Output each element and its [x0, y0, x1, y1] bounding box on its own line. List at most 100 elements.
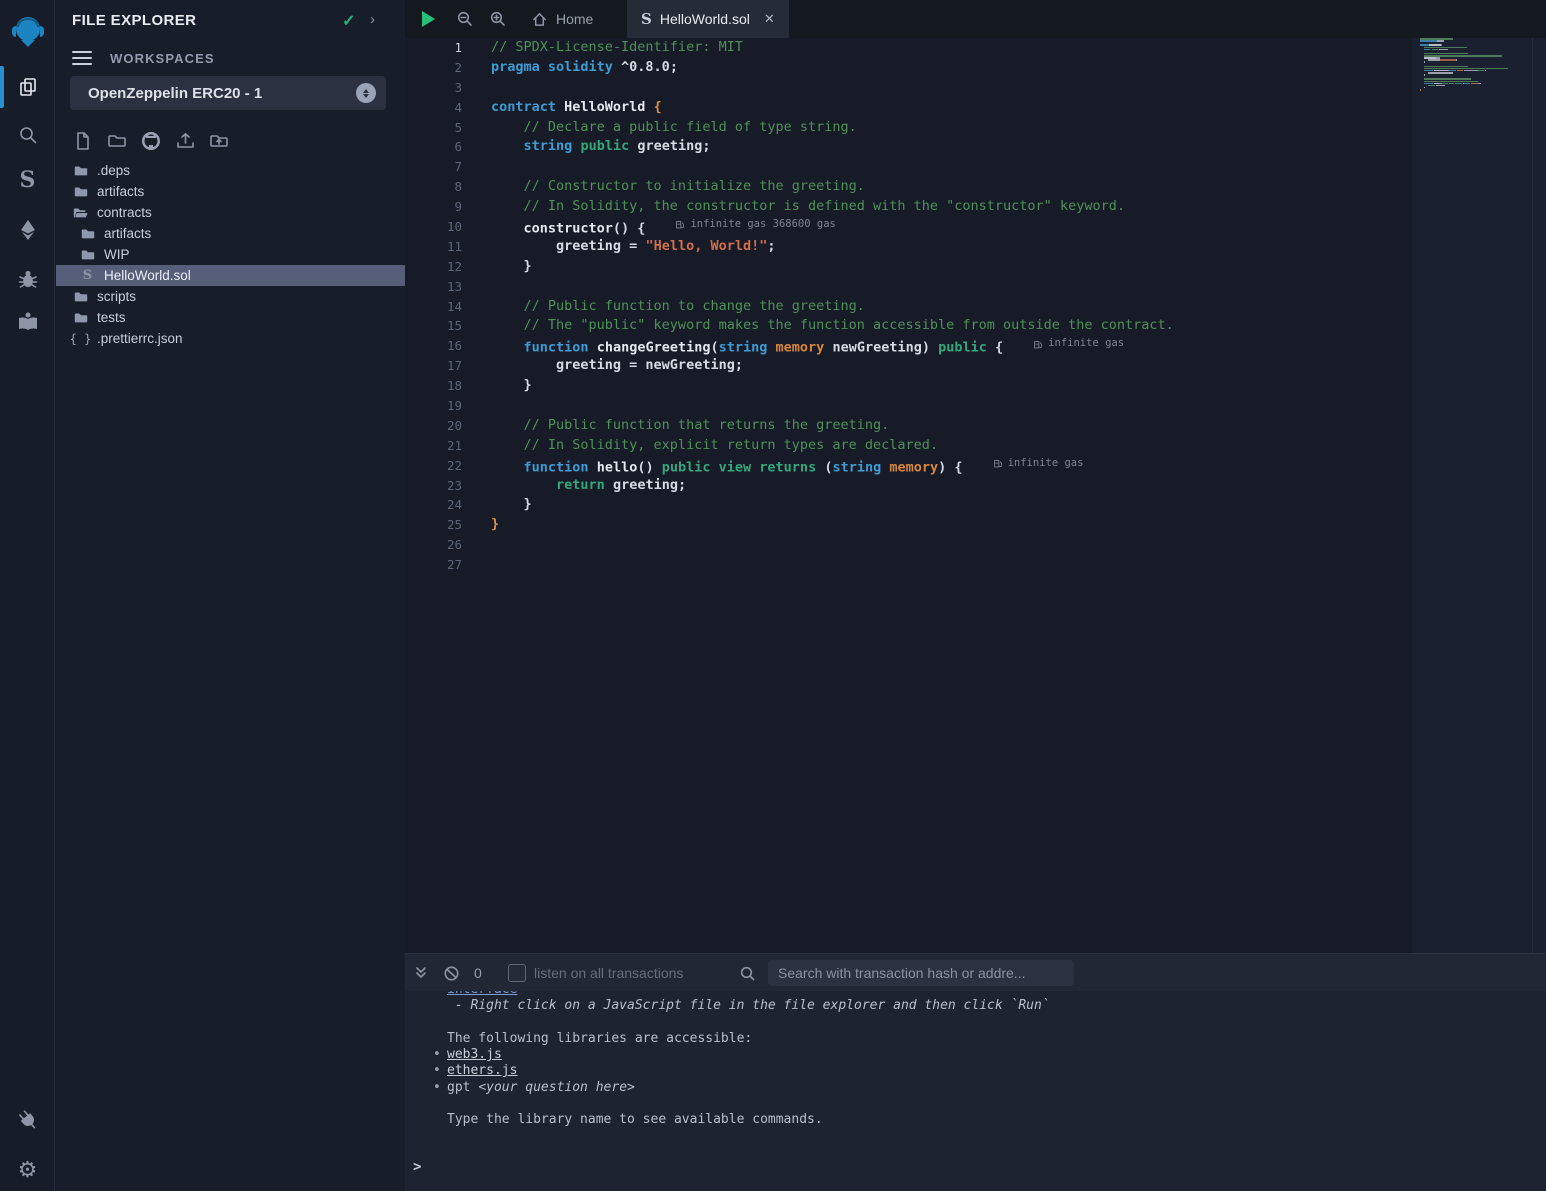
line-number: 2 — [405, 58, 462, 78]
tree-item-artifacts[interactable]: artifacts — [56, 181, 405, 202]
folder-icon — [79, 226, 96, 242]
line-number: 12 — [405, 257, 462, 277]
expand-terminal-icon[interactable] — [413, 954, 429, 992]
workspace-sort-icon[interactable] — [356, 83, 376, 103]
code-line-7: 7 — [405, 157, 1412, 177]
tree-item-label: .deps — [97, 163, 130, 178]
file-explorer-header: FILE EXPLORER ✓ › — [56, 0, 405, 44]
line-number: 6 — [405, 137, 462, 157]
code-line-14: 14 // Public function to change the gree… — [405, 297, 1412, 317]
tree-item--prettierrc-json[interactable]: { }.prettierrc.json — [56, 328, 405, 349]
code-editor[interactable]: 1// SPDX-License-Identifier: MIT2pragma … — [405, 38, 1412, 953]
workspace-select[interactable]: OpenZeppelin ERC20 - 1 — [70, 76, 386, 110]
file-tree: .deps artifacts contracts artifacts WIP SHell… — [56, 160, 405, 349]
workspace-name: OpenZeppelin ERC20 - 1 — [88, 85, 356, 102]
terminal-line: The following libraries are accessible: — [447, 1031, 1546, 1047]
new-file-icon[interactable] — [70, 128, 96, 154]
line-number: 10 — [405, 217, 462, 237]
minimap[interactable] — [1412, 38, 1546, 953]
terminal-search-icon — [739, 954, 756, 992]
github-icon[interactable] — [138, 128, 164, 154]
zoom-out-icon[interactable] — [451, 0, 479, 38]
terminal-search-input[interactable] — [768, 960, 1074, 986]
line-number: 5 — [405, 118, 462, 138]
workspaces-menu-icon[interactable] — [72, 51, 92, 65]
line-number: 3 — [405, 78, 462, 98]
deploy-run-icon[interactable] — [0, 210, 55, 250]
upload-file-icon[interactable] — [172, 128, 198, 154]
tree-item-helloworld-sol[interactable]: SHelloWorld.sol — [56, 265, 405, 286]
tree-item-wip[interactable]: WIP — [56, 244, 405, 265]
terminal-link[interactable]: interface — [447, 991, 517, 997]
tree-item-label: artifacts — [97, 184, 144, 199]
folder-open-icon — [72, 205, 89, 221]
terminal-line: •gpt <your question here> — [447, 1080, 1546, 1096]
settings-gear-icon[interactable]: ⚙ — [0, 1150, 55, 1190]
code-line-19: 19 — [405, 396, 1412, 416]
remix-logo[interactable] — [0, 8, 55, 56]
tree-item-scripts[interactable]: scripts — [56, 286, 405, 307]
terminal-output[interactable]: interface - Right click on a JavaScript … — [405, 991, 1546, 1191]
code-line-15: 15 // The "public" keyword makes the fun… — [405, 316, 1412, 336]
tree-item--deps[interactable]: .deps — [56, 160, 405, 181]
terminal-link[interactable]: web3.js — [447, 1047, 502, 1062]
check-icon[interactable]: ✓ — [342, 11, 355, 31]
terminal-line: Type the library name to see available c… — [447, 1112, 1546, 1128]
code-line-1: 1// SPDX-License-Identifier: MIT — [405, 38, 1412, 58]
run-button[interactable] — [413, 0, 443, 38]
debugger-icon[interactable] — [0, 259, 55, 299]
code-line-17: 17 greeting = newGreeting; — [405, 356, 1412, 376]
terminal-link[interactable]: ethers.js — [447, 1063, 517, 1078]
clear-console-icon[interactable] — [443, 954, 460, 992]
workspaces-label: WORKSPACES — [110, 51, 215, 66]
panel-title: FILE EXPLORER — [72, 12, 196, 29]
solidity-compiler-icon[interactable]: S — [0, 160, 55, 200]
scrollbar-track — [1532, 38, 1533, 953]
code-line-3: 3 — [405, 78, 1412, 98]
terminal-prompt[interactable]: > — [413, 1159, 1546, 1175]
home-icon — [531, 11, 548, 28]
terminal-line — [447, 1096, 1546, 1112]
line-number: 18 — [405, 376, 462, 396]
upload-folder-icon[interactable] — [206, 128, 232, 154]
code-line-5: 5 // Declare a public field of type stri… — [405, 118, 1412, 138]
line-number: 4 — [405, 98, 462, 118]
terminal-line: •ethers.js — [447, 1063, 1546, 1079]
chevron-right-icon[interactable]: › — [370, 11, 375, 28]
tree-item-contracts[interactable]: contracts — [56, 202, 405, 223]
code-line-13: 13 — [405, 277, 1412, 297]
line-number: 7 — [405, 157, 462, 177]
code-line-26: 26 — [405, 535, 1412, 555]
tree-item-label: WIP — [104, 247, 130, 262]
plugin-manager-icon[interactable] — [0, 1100, 55, 1140]
line-number: 24 — [405, 495, 462, 515]
code-line-12: 12 } — [405, 257, 1412, 277]
close-tab-icon[interactable]: ✕ — [764, 11, 775, 27]
line-number: 13 — [405, 277, 462, 297]
tab-home[interactable]: Home — [517, 0, 607, 38]
learn-icon[interactable] — [0, 302, 55, 342]
zoom-in-icon[interactable] — [484, 0, 512, 38]
line-number: 19 — [405, 396, 462, 416]
transaction-count-badge: 0 — [474, 954, 482, 992]
tree-item-artifacts[interactable]: artifacts — [56, 223, 405, 244]
tree-item-label: scripts — [97, 289, 136, 304]
new-folder-icon[interactable] — [104, 128, 130, 154]
line-number: 22 — [405, 456, 462, 476]
line-number: 26 — [405, 535, 462, 555]
solidity-file-icon: S — [641, 10, 652, 28]
file-explorer-icon[interactable] — [0, 67, 55, 107]
listen-transactions-label: listen on all transactions — [534, 954, 683, 992]
tab-active-label: HelloWorld.sol — [660, 11, 750, 27]
listen-transactions-checkbox[interactable] — [508, 954, 526, 992]
tree-item-tests[interactable]: tests — [56, 307, 405, 328]
tab-helloworld-sol[interactable]: S HelloWorld.sol ✕ — [627, 0, 789, 38]
solidity-icon: S — [79, 268, 96, 284]
search-icon[interactable] — [0, 115, 55, 155]
folder-icon — [72, 310, 89, 326]
line-number: 27 — [405, 555, 462, 575]
code-line-8: 8 // Constructor to initialize the greet… — [405, 177, 1412, 197]
tree-item-label: artifacts — [104, 226, 151, 241]
code-line-9: 9 // In Solidity, the constructor is def… — [405, 197, 1412, 217]
gas-estimate-widget: infinite gas — [993, 454, 1084, 474]
